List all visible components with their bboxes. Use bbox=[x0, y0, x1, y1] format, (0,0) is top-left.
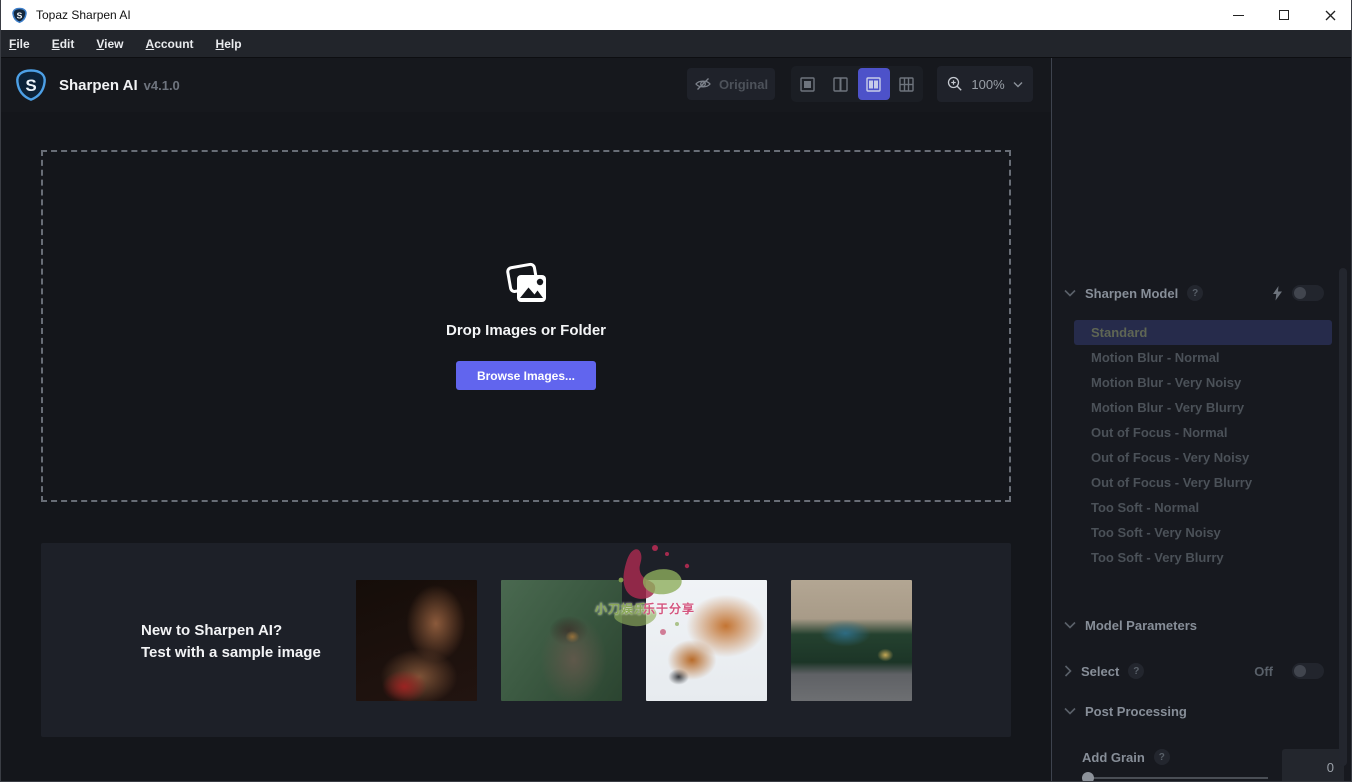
view-side-by-side-button[interactable] bbox=[857, 68, 890, 100]
view-mode-group bbox=[791, 66, 923, 102]
chevron-down-icon bbox=[1064, 621, 1076, 629]
settings-sidebar: Sharpen Model ? Standard Motion Blur - N… bbox=[1051, 58, 1351, 781]
app-version: v4.1.0 bbox=[143, 77, 180, 93]
sample-thumbnail-portrait[interactable] bbox=[356, 580, 477, 701]
close-icon bbox=[1325, 10, 1335, 20]
toggle-knob bbox=[1294, 665, 1306, 677]
minimize-button[interactable] bbox=[1215, 0, 1261, 30]
sharpen-model-label: Sharpen Model bbox=[1085, 285, 1179, 301]
add-grain-slider[interactable] bbox=[1082, 772, 1268, 781]
slider-track bbox=[1082, 777, 1268, 779]
window-controls bbox=[1215, 0, 1351, 30]
app-window: S Topaz Sharpen AI File Edit View Accoun… bbox=[0, 0, 1352, 782]
model-item-out-of-focus-very-noisy[interactable]: Out of Focus - Very Noisy bbox=[1074, 445, 1332, 470]
add-grain-label: Add Grain bbox=[1082, 749, 1145, 765]
view-comparison-icon bbox=[899, 76, 914, 92]
menu-file[interactable]: File bbox=[5, 30, 34, 57]
model-item-too-soft-normal[interactable]: Too Soft - Normal bbox=[1074, 495, 1332, 520]
original-preview-button[interactable]: Original bbox=[687, 68, 775, 100]
menubar: File Edit View Account Help bbox=[1, 30, 1351, 58]
model-item-out-of-focus-normal[interactable]: Out of Focus - Normal bbox=[1074, 420, 1332, 445]
app-header: S Sharpen AI v4.1.0 Original 100% bbox=[1, 58, 1051, 112]
view-single-icon bbox=[800, 76, 815, 92]
zoom-in-icon bbox=[948, 76, 963, 91]
model-item-out-of-focus-very-blurry[interactable]: Out of Focus - Very Blurry bbox=[1074, 470, 1332, 495]
svg-text:S: S bbox=[16, 10, 22, 20]
original-label: Original bbox=[718, 76, 769, 92]
samples-heading-line1: New to Sharpen AI? bbox=[141, 622, 283, 639]
add-grain-value-field[interactable]: 0 bbox=[1282, 749, 1344, 781]
sharpen-model-list: Standard Motion Blur - Normal Motion Blu… bbox=[1074, 320, 1332, 570]
drop-zone[interactable]: Drop Images or Folder Browse Images... bbox=[41, 150, 1011, 502]
toggle-knob bbox=[1294, 287, 1306, 299]
brand: S Sharpen AI v4.1.0 bbox=[13, 67, 180, 103]
select-toggle[interactable] bbox=[1292, 663, 1324, 679]
post-processing-header[interactable]: Post Processing bbox=[1052, 698, 1351, 724]
sample-thumbnail-fox[interactable] bbox=[646, 580, 767, 701]
photos-icon bbox=[506, 262, 546, 302]
sample-thumbnail-owl[interactable] bbox=[501, 580, 622, 701]
model-item-too-soft-very-noisy[interactable]: Too Soft - Very Noisy bbox=[1074, 520, 1332, 545]
view-comparison-button[interactable] bbox=[891, 68, 923, 100]
minimize-icon bbox=[1232, 14, 1244, 16]
menu-view[interactable]: View bbox=[92, 30, 127, 57]
app-name: Sharpen AI bbox=[59, 76, 138, 94]
auto-model-toggle[interactable] bbox=[1292, 285, 1324, 301]
zoom-control[interactable]: 100% bbox=[937, 66, 1033, 102]
chevron-down-icon bbox=[1013, 81, 1023, 87]
menu-help[interactable]: Help bbox=[212, 30, 246, 57]
sharpen-model-header[interactable]: Sharpen Model ? bbox=[1052, 280, 1351, 306]
samples-panel: New to Sharpen AI? Test with a sample im… bbox=[41, 543, 1011, 737]
close-button[interactable] bbox=[1307, 0, 1351, 30]
model-parameters-label: Model Parameters bbox=[1085, 617, 1197, 633]
window-title: Topaz Sharpen AI bbox=[36, 8, 131, 22]
model-item-motion-blur-very-noisy[interactable]: Motion Blur - Very Noisy bbox=[1074, 370, 1332, 395]
help-icon[interactable]: ? bbox=[1187, 285, 1204, 301]
slider-handle[interactable] bbox=[1082, 772, 1094, 781]
model-item-motion-blur-normal[interactable]: Motion Blur - Normal bbox=[1074, 345, 1332, 370]
sample-thumbnail-car[interactable] bbox=[791, 580, 912, 701]
add-grain-control: Add Grain ? 0 bbox=[1052, 746, 1351, 781]
samples-heading-line2: Test with a sample image bbox=[141, 644, 321, 661]
help-icon[interactable]: ? bbox=[1128, 663, 1145, 679]
chevron-right-icon bbox=[1064, 665, 1072, 677]
view-single-button[interactable] bbox=[792, 68, 824, 100]
help-icon[interactable]: ? bbox=[1153, 749, 1170, 765]
lightning-icon bbox=[1273, 285, 1282, 300]
maximize-icon bbox=[1279, 10, 1289, 20]
titlebar: S Topaz Sharpen AI bbox=[1, 0, 1351, 30]
maximize-button[interactable] bbox=[1261, 0, 1307, 30]
samples-heading: New to Sharpen AI? Test with a sample im… bbox=[141, 620, 321, 664]
select-section-header[interactable]: Select ? Off bbox=[1052, 658, 1351, 684]
select-label: Select bbox=[1081, 663, 1120, 679]
menu-account[interactable]: Account bbox=[142, 30, 198, 57]
chevron-down-icon bbox=[1064, 289, 1076, 297]
post-processing-label: Post Processing bbox=[1085, 703, 1187, 719]
view-split-icon bbox=[833, 76, 848, 92]
menu-edit[interactable]: Edit bbox=[48, 30, 79, 57]
model-parameters-header[interactable]: Model Parameters bbox=[1052, 612, 1351, 638]
select-state-label: Off bbox=[1254, 663, 1273, 679]
chevron-down-icon bbox=[1064, 707, 1076, 715]
drop-zone-title: Drop Images or Folder bbox=[445, 322, 607, 339]
eye-off-icon bbox=[695, 78, 711, 90]
app-shield-icon: S bbox=[10, 6, 28, 24]
browse-images-button[interactable]: Browse Images... bbox=[456, 361, 596, 390]
view-side-by-side-icon bbox=[866, 76, 881, 92]
model-item-too-soft-very-blurry[interactable]: Too Soft - Very Blurry bbox=[1074, 545, 1332, 570]
model-item-motion-blur-very-blurry[interactable]: Motion Blur - Very Blurry bbox=[1074, 395, 1332, 420]
sharpen-ai-logo-icon: S bbox=[16, 69, 46, 101]
model-item-standard[interactable]: Standard bbox=[1074, 320, 1332, 345]
sidebar-scrollbar[interactable] bbox=[1339, 268, 1347, 766]
svg-text:S: S bbox=[25, 76, 36, 95]
view-split-button[interactable] bbox=[825, 68, 857, 100]
zoom-level: 100% bbox=[971, 76, 1005, 92]
